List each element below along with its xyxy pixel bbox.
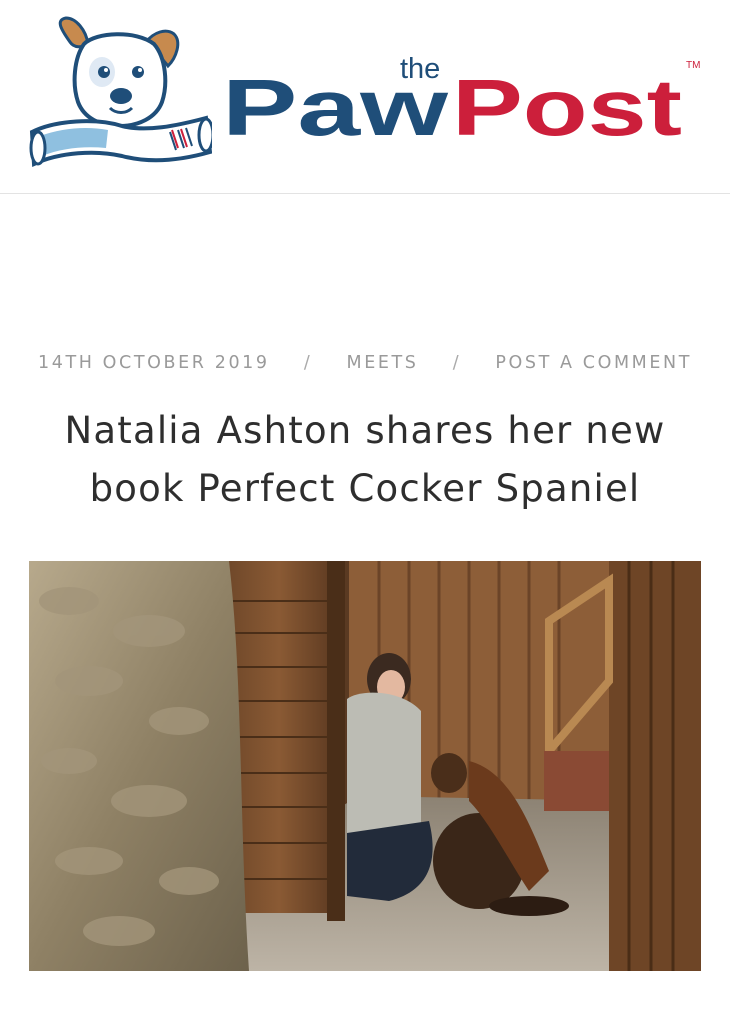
featured-image[interactable] <box>29 561 701 971</box>
meta-separator: / <box>303 353 313 373</box>
meta-separator: / <box>452 353 462 373</box>
category-link[interactable]: MEETS <box>347 353 419 373</box>
post-date: 14TH OCTOBER 2019 <box>37 353 270 373</box>
post-title-line: book Perfect Cocker Spaniel <box>89 467 641 510</box>
wordmark-paw: Paw <box>222 63 449 152</box>
dog-logo-icon[interactable] <box>26 14 212 170</box>
site-header: the Paw Post TM <box>0 0 730 194</box>
trademark-mark: TM <box>686 60 700 71</box>
pawpost-wordmark[interactable]: the Paw Post TM <box>222 52 712 152</box>
wordmark-post: Post <box>452 63 682 152</box>
post-meta: 14TH OCTOBER 2019 / MEETS / POST A COMME… <box>0 353 730 373</box>
post-comment-link[interactable]: POST A COMMENT <box>495 353 692 373</box>
post-title-line: Natalia Ashton shares her new <box>64 409 666 452</box>
post-title[interactable]: Natalia Ashton shares her new book Perfe… <box>20 402 710 518</box>
